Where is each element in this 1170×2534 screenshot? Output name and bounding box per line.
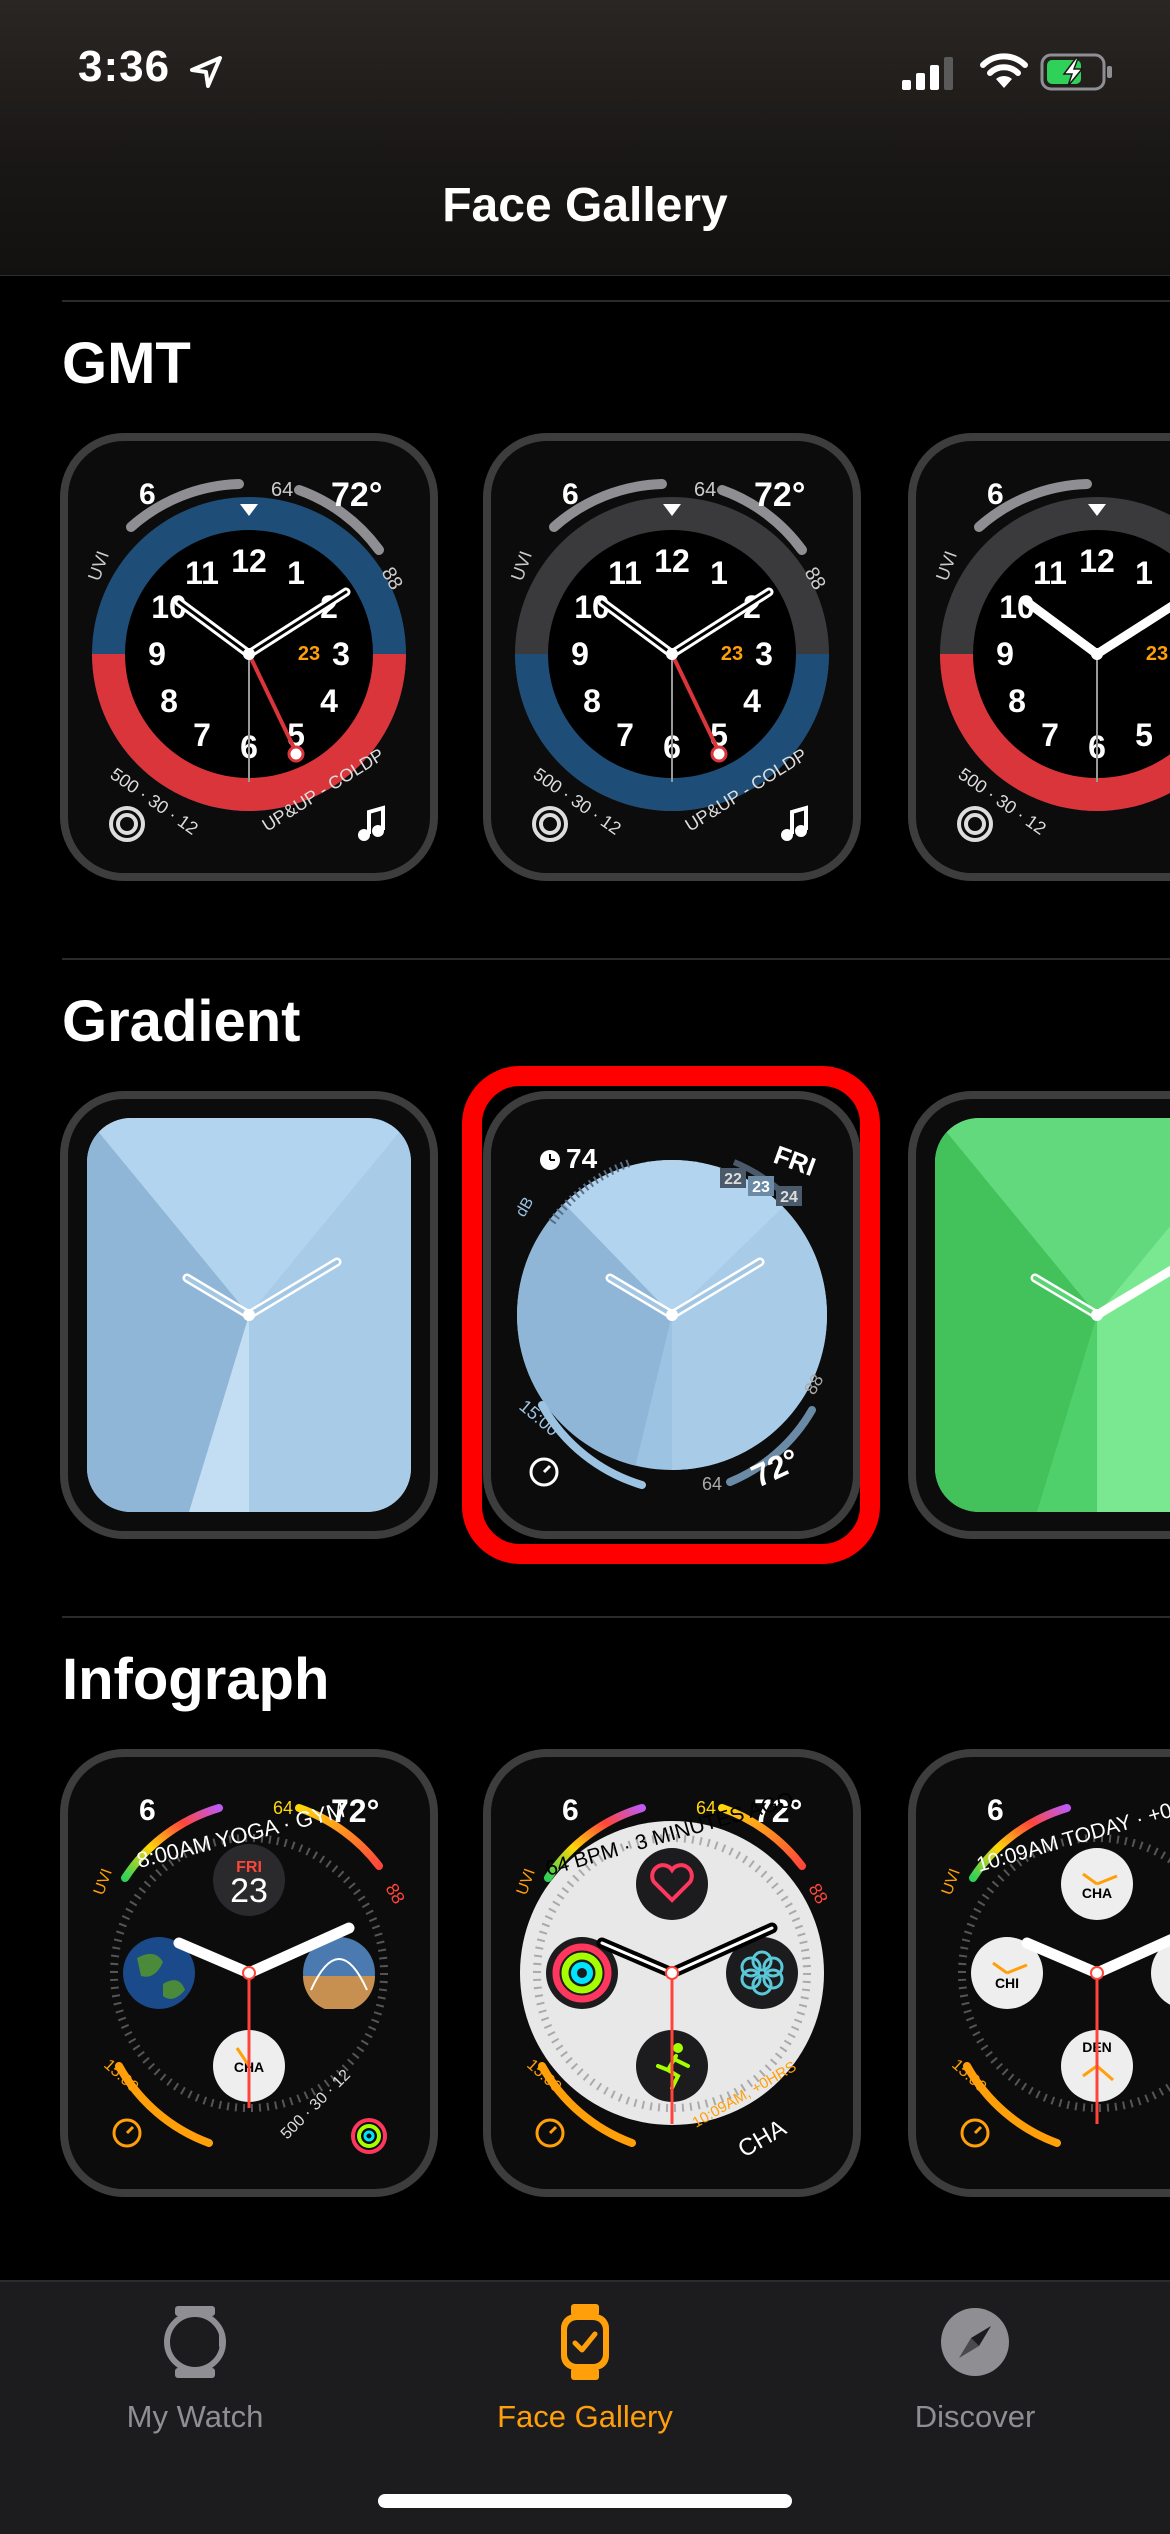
complication-top-left: 6 xyxy=(987,1794,1004,1827)
heart-icon xyxy=(636,1848,708,1920)
date-label: 23 xyxy=(230,1872,268,1910)
tab-label-discover: Discover xyxy=(914,2399,1036,2434)
section-divider xyxy=(62,1616,1170,1618)
gradient-face-blue-fullscreen[interactable] xyxy=(59,1090,439,1540)
infograph-face-dark[interactable]: 6 64 72° 88 UVI 8:00AM YOGA · GYM FRI 23… xyxy=(59,1748,439,2198)
complication-top-left: 6 xyxy=(562,1794,579,1827)
complication-top-mid: 64 xyxy=(271,479,293,501)
hour-9: 9 xyxy=(148,636,166,672)
hour-12: 12 xyxy=(231,543,267,579)
date-complication: 23 xyxy=(1146,643,1168,665)
hour-5: 5 xyxy=(1135,717,1153,753)
hour-8: 8 xyxy=(583,683,601,719)
complication-top-left: 6 xyxy=(139,478,156,511)
compass-icon xyxy=(941,2308,1009,2376)
tab-label-my-watch: My Watch xyxy=(126,2399,264,2434)
hour-3: 3 xyxy=(755,636,773,672)
hour-12: 12 xyxy=(654,543,690,579)
date-complication: 23 xyxy=(298,643,320,665)
watch-face-icon xyxy=(561,2304,609,2380)
hour-7: 7 xyxy=(1041,717,1059,753)
gmt-face-gray-red[interactable]: 6 UVI 12 1 5 6 7 8 9 10 11 23 500 · 30 ·… xyxy=(907,432,1170,882)
hour-11: 11 xyxy=(185,555,219,591)
location-arrow-icon xyxy=(190,56,222,88)
hour-4: 4 xyxy=(320,683,338,719)
temperature-complication: 72° xyxy=(331,476,382,514)
complication-top-mid: 64 xyxy=(694,479,716,501)
hour-11: 11 xyxy=(1033,555,1067,591)
hour-1: 1 xyxy=(1135,555,1153,591)
hour-11: 11 xyxy=(608,555,642,591)
tab-face-gallery[interactable]: Face Gallery xyxy=(390,2302,780,2435)
gmt-face-blue-red[interactable]: 6 64 72° 88 UVI 12 1 2 3 4 5 6 7 8 9 10 … xyxy=(59,432,439,882)
hour-9: 9 xyxy=(996,636,1014,672)
wifi-icon xyxy=(980,53,1028,88)
infograph-face-world-clocks[interactable]: 6 UVI 10:09AM TODAY · +0 CHA CHI PH xyxy=(907,1748,1170,2198)
hour-8: 8 xyxy=(160,683,178,719)
infograph-face-carousel[interactable]: 6 64 72° 88 UVI 8:00AM YOGA · GYM FRI 23… xyxy=(0,1748,1170,2208)
temperature-complication: 72° xyxy=(754,476,805,514)
status-time: 3:36 xyxy=(78,42,171,91)
hour-9: 9 xyxy=(571,636,589,672)
navigation-header: 3:36 Face Gallery xyxy=(0,0,1170,276)
hour-12: 12 xyxy=(1079,543,1115,579)
section-divider xyxy=(62,958,1170,960)
section-title-gmt: GMT xyxy=(62,331,191,396)
selected-face-highlight xyxy=(462,1066,880,1564)
hour-7: 7 xyxy=(193,717,211,753)
hour-1: 1 xyxy=(287,555,305,591)
complication-top-left: 6 xyxy=(139,1794,156,1827)
section-title-gradient: Gradient xyxy=(62,989,301,1054)
home-indicator[interactable] xyxy=(378,2494,792,2508)
watch-outline-icon xyxy=(164,2306,226,2378)
gmt-face-carousel[interactable]: 6 64 72° 88 UVI 12 1 2 3 4 5 6 7 8 9 10 … xyxy=(0,432,1170,892)
date-complication: 23 xyxy=(721,643,743,665)
cellular-signal-icon xyxy=(902,57,953,90)
hour-4: 4 xyxy=(743,683,761,719)
world-clock-cha: CHA xyxy=(1061,1848,1133,1920)
tab-my-watch[interactable]: My Watch xyxy=(0,2302,390,2435)
section-title-infograph: Infograph xyxy=(62,1647,330,1712)
tab-discover[interactable]: Discover xyxy=(780,2302,1170,2435)
hour-8: 8 xyxy=(1008,683,1026,719)
gradient-face-green-fullscreen[interactable] xyxy=(907,1090,1170,1540)
hour-1: 1 xyxy=(710,555,728,591)
page-title: Face Gallery xyxy=(442,179,728,232)
section-divider xyxy=(62,300,1170,302)
battery-charging-icon xyxy=(1040,53,1112,91)
hour-3: 3 xyxy=(332,636,350,672)
hour-7: 7 xyxy=(616,717,634,753)
svg-text:CHA: CHA xyxy=(1082,1885,1112,1901)
complication-top-left: 6 xyxy=(987,478,1004,511)
complication-top-left: 6 xyxy=(562,478,579,511)
gmt-face-gray-blue[interactable]: 6 64 72° 88 UVI 12 1 2 3 4 5 6 7 8 9 10 … xyxy=(482,432,862,882)
infograph-face-light[interactable]: 6 64 72° 88 UVI 64 BPM · 3 MINUTES AGO 1… xyxy=(482,1748,862,2198)
tab-label-face-gallery: Face Gallery xyxy=(497,2399,673,2434)
svg-text:CHI: CHI xyxy=(995,1975,1019,1991)
